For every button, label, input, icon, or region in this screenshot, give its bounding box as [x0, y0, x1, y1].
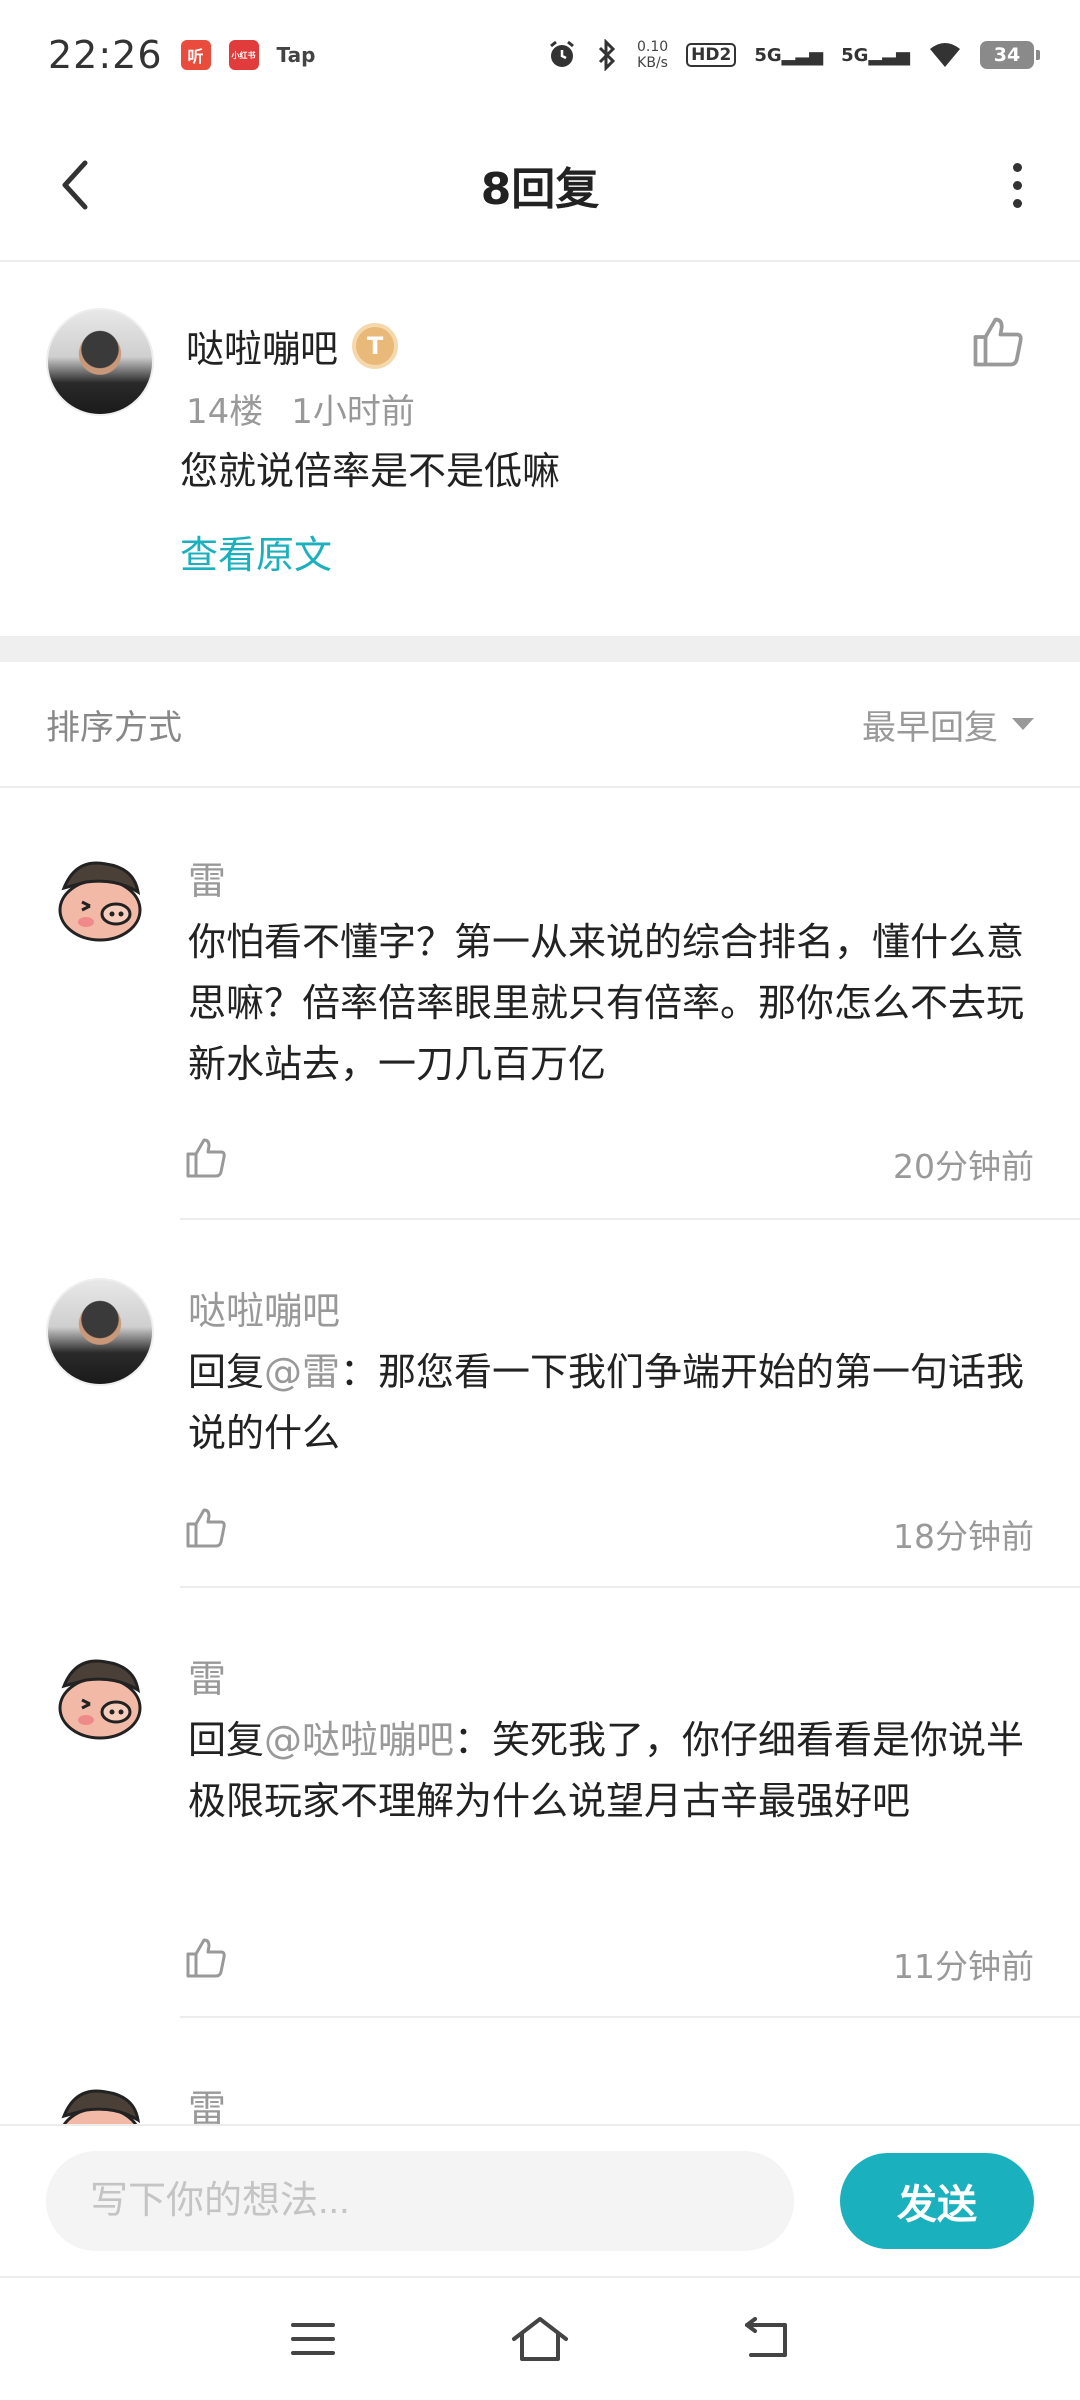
list-item: 雷: [0, 2018, 1080, 2124]
reply-time: 20分钟前: [893, 1147, 1034, 1186]
home-icon: [511, 2317, 568, 2361]
reply-author[interactable]: 雷: [188, 1648, 226, 1703]
thumbs-up-icon[interactable]: [182, 1934, 230, 1982]
thumbs-up-icon[interactable]: [182, 1504, 230, 1552]
avatar[interactable]: [46, 1646, 154, 1754]
back-nav-button[interactable]: [727, 2299, 807, 2379]
floor-number: 14楼: [186, 392, 264, 432]
section-divider: [0, 636, 1080, 662]
more-dot-icon: [1012, 198, 1022, 208]
mention-link[interactable]: @雷: [264, 1350, 340, 1394]
avatar[interactable]: [46, 2076, 154, 2124]
reply-content: 你怕看不懂字？第一从来说的综合排名，懂什么意思嘛？倍率倍率眼里就只有倍率。那你怎…: [188, 920, 1025, 1086]
back-button[interactable]: [40, 150, 110, 220]
mention-link[interactable]: @哒啦嘣吧: [264, 1718, 454, 1762]
network-speed: 0.10 KB/s: [636, 39, 669, 71]
home-button[interactable]: [500, 2299, 580, 2379]
status-time: 22:26: [48, 33, 163, 77]
avatar[interactable]: [46, 848, 154, 956]
more-dot-icon: [1012, 162, 1022, 172]
post-time: 1小时前: [291, 392, 415, 432]
menu-icon: [291, 2323, 336, 2355]
reply-author[interactable]: 哒啦嘣吧: [188, 1280, 340, 1335]
system-nav-bar: [0, 2276, 1080, 2400]
caret-down-icon: [1012, 718, 1034, 730]
avatar[interactable]: [46, 308, 154, 416]
thumbs-up-icon[interactable]: [968, 312, 1028, 372]
status-bar: 22:26 听 小红书 Tap 0.10 KB/s HD2 5G▂▃▅ 5G▂▃…: [0, 0, 1080, 110]
status-icons: 0.10 KB/s HD2 5G▂▃▅ 5G▂▃▅ 34: [547, 39, 1040, 71]
list-item: 雷 你怕看不懂字？第一从来说的综合排名，懂什么意思嘛？倍率倍率眼里就只有倍率。那…: [0, 790, 1080, 1220]
pig-avatar-icon: [61, 2089, 141, 2124]
reply-content: 回复@哒啦嘣吧：笑死我了，你仔细看看是你说半极限玩家不理解为什么说望月古辛最强好…: [188, 1710, 1038, 1832]
menu-button[interactable]: [273, 2299, 353, 2379]
more-options-button[interactable]: [982, 150, 1052, 220]
post-content: 您就说倍率是不是低嘛: [180, 449, 561, 493]
sort-selected-value: 最早回复: [862, 707, 998, 748]
signal-sim2-icon: 5G▂▃▅: [841, 44, 910, 66]
bluetooth-icon: [598, 39, 616, 71]
reply-prefix: 回复: [188, 1350, 265, 1394]
more-dot-icon: [1012, 180, 1022, 190]
sort-label: 排序方式: [46, 707, 182, 748]
reply-author[interactable]: 雷: [188, 2078, 226, 2124]
title-bar: 8回复: [0, 110, 1080, 262]
battery-icon: 34: [980, 41, 1040, 69]
pig-avatar-icon: [58, 861, 142, 942]
alarm-icon: [550, 40, 574, 67]
list-item: 雷 回复@哒啦嘣吧：笑死我了，你仔细看看是你说半极限玩家不理解为什么说望月古辛最…: [0, 1588, 1080, 2018]
level-badge-icon: T: [352, 322, 399, 369]
listen-app-icon: 听: [180, 40, 211, 70]
avatar[interactable]: [46, 1278, 154, 1386]
reply-time: 11分钟前: [893, 1947, 1034, 1986]
post-meta: 14楼 1小时前: [186, 384, 415, 433]
view-original-link[interactable]: 查看原文: [180, 524, 332, 579]
signal-sim1-icon: 5G▂▃▅: [754, 44, 824, 66]
page-title: 8回复: [480, 164, 600, 215]
original-comment: 哒啦嘣吧 T 14楼 1小时前 您就说倍率是不是低嘛 查看原文: [0, 262, 1080, 636]
comment-input[interactable]: [46, 2151, 794, 2251]
thumbs-up-icon[interactable]: [182, 1134, 230, 1182]
back-icon: [744, 2317, 787, 2357]
xiaohongshu-app-icon: 小红书: [228, 40, 259, 70]
chevron-left-icon: [62, 160, 88, 210]
taptap-app-icon: Tap: [276, 43, 316, 67]
hd-voice-icon: HD2: [686, 43, 737, 67]
reply-time: 18分钟前: [893, 1517, 1034, 1556]
reply-prefix: 回复: [188, 1718, 265, 1762]
pig-avatar-icon: [58, 1659, 142, 1740]
wifi-icon: [930, 43, 960, 67]
reply-content: 回复@雷：那您看一下我们争端开始的第一句话我说的什么: [188, 1342, 1038, 1464]
sort-bar: 排序方式 最早回复: [0, 662, 1080, 788]
list-item: 哒啦嘣吧 回复@雷：那您看一下我们争端开始的第一句话我说的什么 18分钟前: [0, 1220, 1080, 1588]
post-author-name[interactable]: 哒啦嘣吧: [186, 318, 338, 373]
post-author: 哒啦嘣吧 T: [186, 318, 399, 373]
reply-author[interactable]: 雷: [188, 850, 226, 905]
comment-composer: 发送: [0, 2124, 1080, 2276]
sort-dropdown[interactable]: 最早回复: [862, 700, 1034, 749]
send-button[interactable]: 发送: [840, 2153, 1034, 2249]
